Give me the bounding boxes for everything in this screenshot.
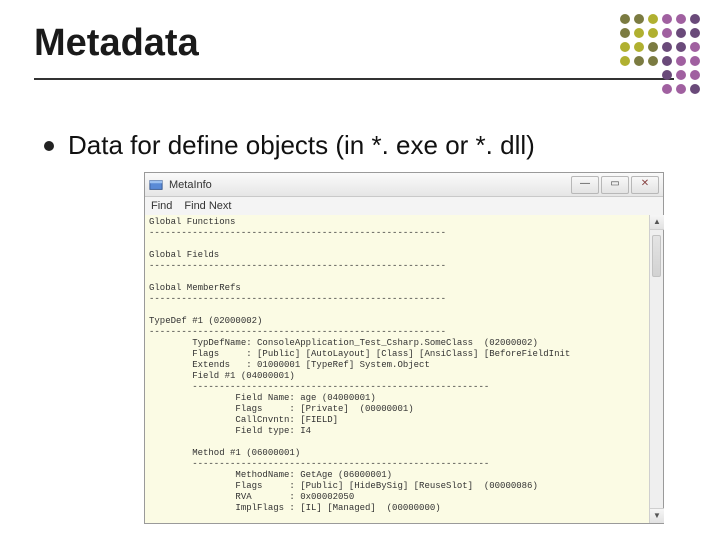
window-menubar: Find Find Next — [145, 197, 663, 216]
window-title: MetaInfo — [169, 179, 571, 191]
bullet-text: Data for define objects (in *. exe or *.… — [68, 130, 535, 161]
menu-find[interactable]: Find — [151, 200, 172, 212]
slide-title: Metadata — [34, 22, 199, 65]
scroll-down-button[interactable]: ▼ — [650, 508, 664, 523]
decorative-dot-grid — [620, 14, 700, 94]
slide: Metadata Data for define objects (in *. … — [0, 0, 720, 540]
metainfo-window: MetaInfo — ▭ ✕ Find Find Next Global Fun… — [144, 172, 664, 524]
menu-find-next[interactable]: Find Next — [184, 200, 231, 212]
vertical-scrollbar[interactable]: ▲ ▼ — [649, 215, 663, 523]
window-titlebar[interactable]: MetaInfo — ▭ ✕ — [145, 173, 663, 197]
title-underline — [34, 78, 674, 80]
scroll-thumb[interactable] — [652, 235, 661, 277]
scroll-up-button[interactable]: ▲ — [650, 215, 664, 230]
app-icon — [149, 178, 163, 192]
metadata-text-content: Global Functions -----------------------… — [145, 215, 663, 523]
bullet-dot-icon — [44, 141, 54, 151]
window-minimize-button[interactable]: — — [571, 176, 599, 194]
bullet-item: Data for define objects (in *. exe or *.… — [44, 130, 535, 161]
window-close-button[interactable]: ✕ — [631, 176, 659, 194]
window-maximize-button[interactable]: ▭ — [601, 176, 629, 194]
